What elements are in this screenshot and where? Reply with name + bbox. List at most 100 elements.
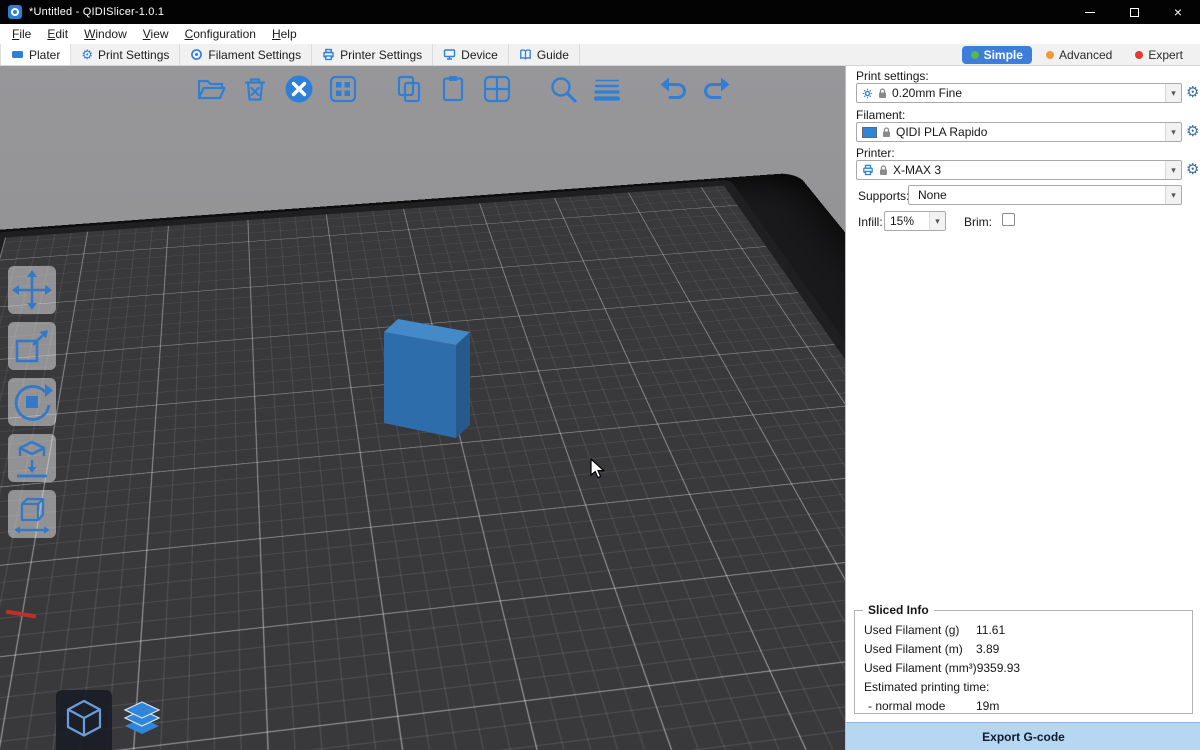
filament-spool-icon <box>190 48 203 61</box>
arrange-button[interactable] <box>324 70 362 108</box>
measure-icon <box>10 492 54 536</box>
mode-label: Expert <box>1148 48 1183 62</box>
brim-checkbox[interactable] <box>1002 213 1015 226</box>
supports-select[interactable]: None ▾ <box>908 185 1182 205</box>
menu-edit[interactable]: Edit <box>39 25 76 43</box>
menubar: File Edit Window View Configuration Help <box>0 24 1200 44</box>
sliced-info-title: Sliced Info <box>863 603 934 617</box>
print-settings-label: Print settings: <box>856 69 929 83</box>
filament-gear-button[interactable]: ⚙ <box>1186 124 1199 139</box>
scale-icon <box>10 324 54 368</box>
delete-all-button[interactable] <box>280 70 318 108</box>
paste-button[interactable] <box>434 70 472 108</box>
gizmo-toolbar <box>8 266 56 538</box>
scale-tool-button[interactable] <box>8 322 56 370</box>
chevron-down-icon: ▾ <box>1165 161 1181 179</box>
minimize-icon <box>1085 12 1095 13</box>
book-icon <box>519 48 532 61</box>
sliced-row-value: 19m <box>976 699 999 713</box>
move-tool-button[interactable] <box>8 266 56 314</box>
search-icon <box>547 73 579 105</box>
mode-advanced[interactable]: Advanced <box>1037 46 1121 64</box>
infill-label: Infill: <box>858 215 883 229</box>
sliced-row-label: Used Filament (mm³) <box>864 661 977 675</box>
tab-label: Print Settings <box>98 48 169 62</box>
close-button[interactable]: × <box>1156 0 1200 24</box>
export-gcode-button[interactable]: Export G-code <box>846 722 1200 750</box>
tab-printer-settings[interactable]: Printer Settings <box>312 44 433 65</box>
tab-plater[interactable]: Plater <box>0 44 71 65</box>
tab-print-settings[interactable]: ⚙ Print Settings <box>71 44 180 65</box>
gear-icon: ⚙ <box>81 48 93 61</box>
simple-dot-icon <box>971 51 979 59</box>
print-settings-gear-button[interactable]: ⚙ <box>1186 85 1199 100</box>
search-button[interactable] <box>544 70 582 108</box>
tab-label: Plater <box>29 48 60 62</box>
variable-layer-height-button[interactable] <box>588 70 626 108</box>
printer-value: X-MAX 3 <box>893 163 1160 177</box>
sliced-row-value: 3.89 <box>976 642 999 656</box>
sliced-info-rows: Used Filament (g) 11.61 Used Filament (m… <box>864 620 1188 715</box>
supports-value: None <box>914 188 1160 202</box>
printer-icon <box>322 48 335 61</box>
tab-device[interactable]: Device <box>433 44 509 65</box>
split-button[interactable] <box>478 70 516 108</box>
paste-icon <box>437 73 469 105</box>
chevron-down-icon: ▾ <box>929 212 945 230</box>
menu-file[interactable]: File <box>4 25 39 43</box>
maximize-icon <box>1130 8 1139 17</box>
tab-label: Filament Settings <box>208 48 301 62</box>
mode-switch: Simple Advanced Expert <box>962 44 1200 65</box>
gear-icon <box>862 88 873 99</box>
lock-icon <box>878 88 887 99</box>
infill-value: 15% <box>890 214 924 228</box>
menu-configuration[interactable]: Configuration <box>177 25 264 43</box>
close-icon: × <box>1174 4 1182 20</box>
sliced-info-row: Used Filament (m) 3.89 <box>864 639 1188 658</box>
mode-simple[interactable]: Simple <box>962 46 1032 64</box>
copy-icon <box>393 73 425 105</box>
tab-guide[interactable]: Guide <box>509 44 580 65</box>
minimize-button[interactable] <box>1068 0 1112 24</box>
filament-select[interactable]: QIDI PLA Rapido ▾ <box>856 122 1182 142</box>
rotate-icon <box>10 380 54 424</box>
menu-view[interactable]: View <box>135 25 177 43</box>
build-plate <box>0 179 845 750</box>
print-settings-select[interactable]: 0.20mm Fine ▾ <box>856 83 1182 103</box>
print-settings-value: 0.20mm Fine <box>892 86 1160 100</box>
tab-filament-settings[interactable]: Filament Settings <box>180 44 312 65</box>
copy-button[interactable] <box>390 70 428 108</box>
chevron-down-icon: ▾ <box>1165 123 1181 141</box>
preview-view-button[interactable] <box>114 690 170 750</box>
menu-help[interactable]: Help <box>264 25 305 43</box>
printer-select[interactable]: X-MAX 3 ▾ <box>856 160 1182 180</box>
printer-gear-button[interactable]: ⚙ <box>1186 162 1199 177</box>
tab-label: Printer Settings <box>340 48 422 62</box>
maximize-button[interactable] <box>1112 0 1156 24</box>
viewport-3d[interactable] <box>0 66 845 750</box>
undo-button[interactable] <box>654 70 692 108</box>
undo-icon <box>657 73 689 105</box>
editor-view-button[interactable] <box>56 690 112 750</box>
redo-button[interactable] <box>698 70 736 108</box>
rotate-tool-button[interactable] <box>8 378 56 426</box>
infill-select[interactable]: 15% ▾ <box>884 211 946 231</box>
measure-tool-button[interactable] <box>8 490 56 538</box>
place-on-face-tool-button[interactable] <box>8 434 56 482</box>
sliced-info-row: Used Filament (mm³) 9359.93 <box>864 658 1188 677</box>
brim-label: Brim: <box>964 215 992 229</box>
arrange-icon <box>327 73 359 105</box>
filament-value: QIDI PLA Rapido <box>896 125 1160 139</box>
chevron-down-icon: ▾ <box>1165 84 1181 102</box>
mode-expert[interactable]: Expert <box>1126 46 1192 64</box>
menu-window[interactable]: Window <box>76 25 135 43</box>
plater-icon <box>11 48 24 61</box>
redo-icon <box>701 73 733 105</box>
delete-button[interactable] <box>236 70 274 108</box>
sliced-row-label: Used Filament (m) <box>864 642 976 656</box>
model-cube[interactable] <box>383 318 473 440</box>
open-project-button[interactable] <box>192 70 230 108</box>
preview-layers-icon <box>121 700 163 740</box>
sliced-info-row: Estimated printing time: <box>864 677 1188 696</box>
window-controls: × <box>1068 0 1200 24</box>
